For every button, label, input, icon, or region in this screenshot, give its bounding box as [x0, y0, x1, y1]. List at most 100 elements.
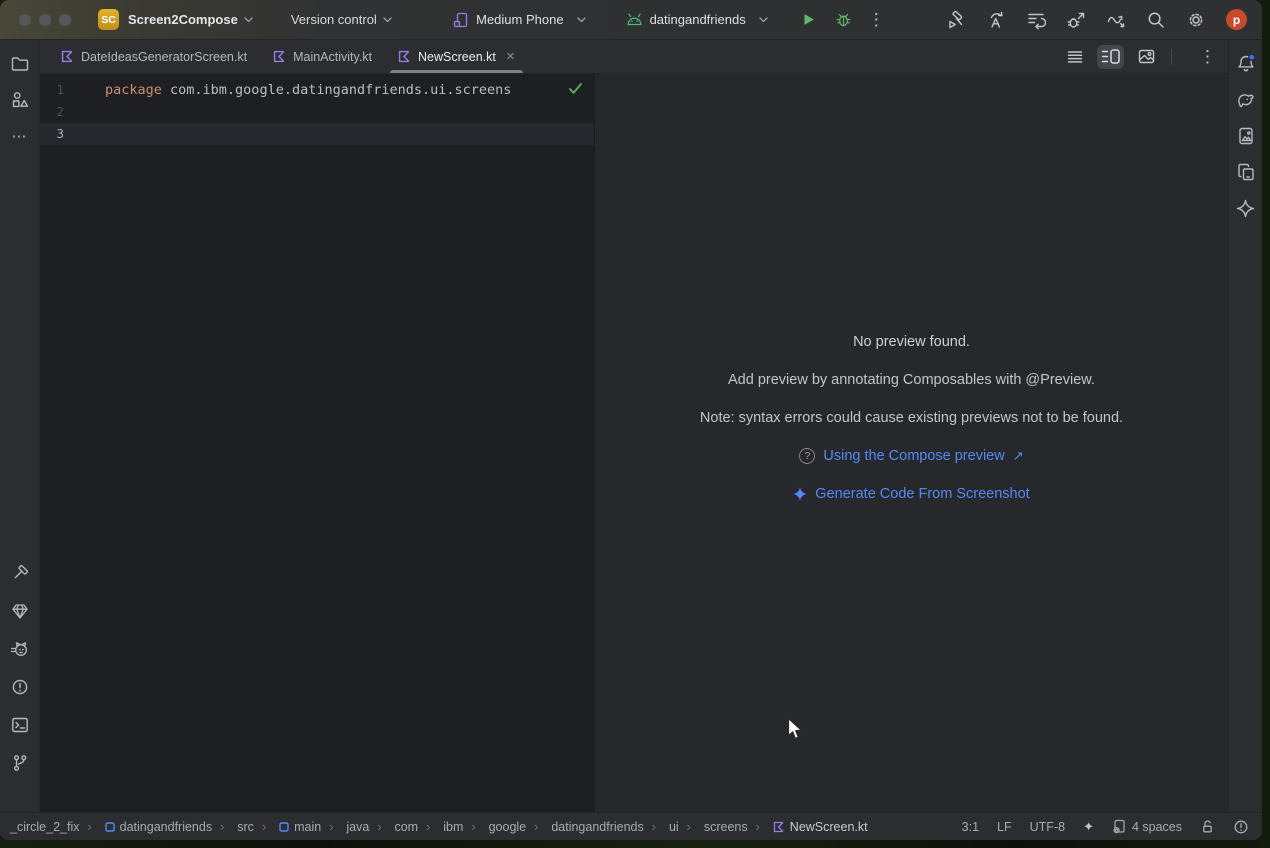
zoom-window-button[interactable] — [59, 14, 71, 26]
breadcrumb-item[interactable]: src — [212, 820, 254, 834]
project-icon: SC — [98, 9, 119, 30]
encoding-widget[interactable]: UTF-8 — [1030, 820, 1065, 834]
breadcrumb-item[interactable]: ui — [644, 820, 679, 834]
kotlin-file-icon — [61, 50, 74, 63]
mouse-cursor — [787, 717, 805, 742]
indent-widget[interactable]: 4 spaces — [1112, 819, 1182, 834]
terminal-tool-window-icon[interactable] — [8, 713, 32, 737]
version-control-branch-icon[interactable] — [8, 751, 32, 775]
add-preview-message: Add preview by annotating Composables wi… — [728, 369, 1095, 391]
code-line[interactable]: 2 — [40, 101, 594, 123]
generate-code-from-screenshot-link[interactable]: Generate Code From Screenshot — [815, 486, 1029, 502]
tab-dateideasgeneratorscreen[interactable]: DateIdeasGeneratorScreen.kt — [48, 40, 260, 73]
kotlin-file-icon — [398, 50, 411, 63]
inspections-ok-check-icon[interactable] — [568, 82, 583, 95]
breadcrumb-item[interactable]: _circle_2_fix — [10, 820, 79, 834]
syntax-note-message: Note: syntax errors could cause existing… — [700, 407, 1123, 429]
keyword-token: package — [105, 82, 162, 98]
more-actions-menu[interactable]: ⋮ — [868, 11, 885, 28]
running-devices-icon[interactable] — [1234, 124, 1258, 148]
notifications-bell-icon[interactable] — [1234, 52, 1258, 76]
resource-manager-icon[interactable] — [8, 88, 32, 112]
line-number: 1 — [40, 79, 64, 101]
breadcrumb-item[interactable]: datingandfriends — [526, 820, 644, 834]
breadcrumb-item[interactable]: screens — [679, 820, 748, 834]
breadcrumbs: _circle_2_fix datingandfriends src main … — [10, 820, 868, 834]
editor-tab-bar: DateIdeasGeneratorScreen.kt MainActivity… — [40, 40, 1228, 74]
right-tool-stripe — [1228, 40, 1262, 812]
kotlin-file-icon — [273, 50, 286, 63]
line-number: 2 — [40, 101, 64, 123]
device-manager-icon[interactable] — [1234, 160, 1258, 184]
tab-label: NewScreen.kt — [418, 50, 496, 64]
run-button[interactable] — [800, 11, 817, 28]
chevron-down-icon — [244, 17, 253, 23]
build-tool-window-icon[interactable] — [8, 561, 32, 585]
external-link-arrow-icon: ↗ — [1013, 448, 1024, 464]
more-tool-windows-icon[interactable]: ⋯ — [8, 124, 32, 148]
device-selector[interactable]: Medium Phone — [453, 12, 585, 28]
search-icon[interactable] — [1146, 10, 1166, 30]
project-folder-icon[interactable] — [8, 52, 32, 76]
tab-label: DateIdeasGeneratorScreen.kt — [81, 50, 247, 64]
project-name-menu[interactable]: Screen2Compose — [128, 12, 238, 27]
chevron-down-icon — [759, 17, 768, 23]
logcat-cat-icon[interactable] — [8, 637, 32, 661]
breadcrumb-item[interactable]: google — [463, 820, 526, 834]
editor-more-options-menu[interactable]: ⋮ — [1199, 48, 1216, 65]
gemini-tool-window-icon[interactable] — [1234, 196, 1258, 220]
design-view-button[interactable] — [1133, 45, 1160, 69]
minimize-window-button[interactable] — [39, 14, 51, 26]
split-view-button[interactable] — [1097, 45, 1124, 69]
attach-debugger-icon[interactable] — [1066, 10, 1086, 30]
close-tab-icon[interactable]: ✕ — [506, 50, 515, 63]
toolbar-divider — [1171, 49, 1172, 65]
code-line-current[interactable]: 3 — [40, 123, 594, 145]
compose-preview-help-link[interactable]: Using the Compose preview — [823, 448, 1004, 464]
version-control-menu[interactable]: Version control — [291, 12, 377, 27]
titlebar: SC Screen2Compose Version control Medium… — [0, 0, 1262, 40]
caret-position-widget[interactable]: 3:1 — [962, 820, 979, 834]
user-avatar[interactable]: p — [1226, 9, 1247, 30]
breadcrumb-item[interactable]: ibm — [418, 820, 463, 834]
help-question-icon: ? — [799, 448, 815, 464]
left-tool-stripe: ⋯ — [0, 40, 40, 812]
write-access-unlock-icon[interactable] — [1200, 819, 1215, 834]
module-icon — [279, 822, 289, 832]
breadcrumb-item[interactable]: com — [369, 820, 418, 834]
gemini-status-sparkle-icon[interactable]: ✦ — [1083, 819, 1094, 835]
code-view-button[interactable] — [1061, 45, 1088, 69]
problems-tool-window-icon[interactable] — [8, 675, 32, 699]
inspections-widget-icon[interactable] — [1233, 819, 1249, 835]
apply-code-changes-icon[interactable] — [986, 10, 1006, 30]
status-bar-widgets: 3:1 LF UTF-8 ✦ 4 spaces — [962, 819, 1249, 835]
module-icon — [105, 822, 115, 832]
code-line[interactable]: 1 package com.ibm.google.datingandfriend… — [40, 79, 594, 101]
breadcrumb-item[interactable]: main — [254, 820, 321, 834]
settings-gear-icon[interactable] — [1186, 10, 1206, 30]
build-run-icon[interactable] — [946, 10, 966, 30]
run-history-icon[interactable] — [1026, 10, 1046, 30]
app-quality-insights-gem-icon[interactable] — [8, 599, 32, 623]
line-separator-widget[interactable]: LF — [997, 820, 1012, 834]
debug-button[interactable] — [835, 11, 852, 28]
device-phone-icon — [453, 12, 469, 28]
tab-mainactivity[interactable]: MainActivity.kt — [260, 40, 385, 73]
breadcrumb-item[interactable]: java — [321, 820, 369, 834]
chevron-down-icon — [577, 17, 586, 23]
no-preview-message: No preview found. — [853, 331, 970, 353]
tab-newscreen[interactable]: NewScreen.kt ✕ — [385, 40, 528, 73]
breadcrumb-item[interactable]: datingandfriends — [79, 820, 212, 834]
kotlin-file-icon — [773, 821, 785, 833]
android-icon — [626, 13, 643, 26]
gradle-elephant-icon[interactable] — [1234, 88, 1258, 112]
compose-preview-panel: No preview found. Add preview by annotat… — [595, 74, 1228, 812]
line-number: 3 — [40, 123, 64, 145]
device-selector-label: Medium Phone — [476, 12, 563, 27]
breadcrumb-item-file[interactable]: NewScreen.kt — [748, 820, 868, 834]
run-configuration-selector[interactable]: datingandfriends — [626, 12, 768, 27]
close-window-button[interactable] — [19, 14, 31, 26]
profiler-icon[interactable] — [1106, 10, 1126, 30]
code-editor[interactable]: 1 package com.ibm.google.datingandfriend… — [40, 74, 595, 812]
status-bar: _circle_2_fix datingandfriends src main … — [0, 812, 1262, 840]
